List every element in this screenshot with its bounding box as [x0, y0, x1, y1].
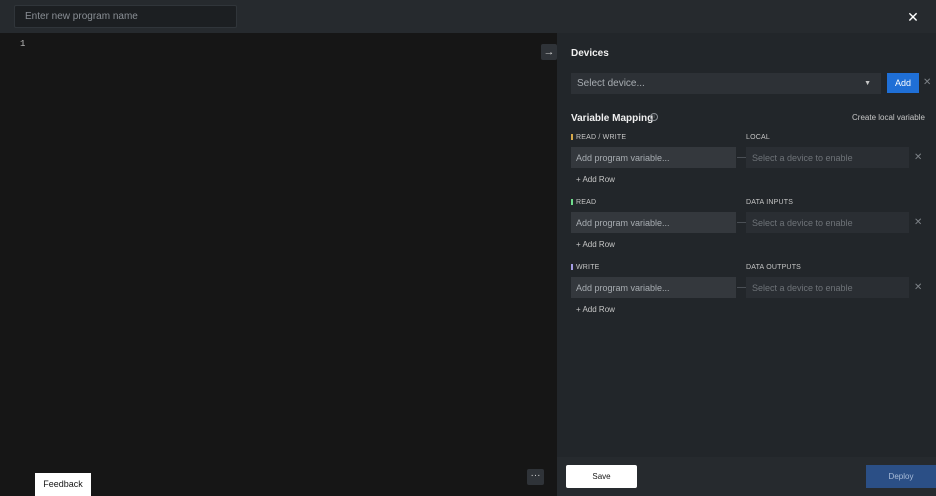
remove-row-icon[interactable]: ✕ [914, 282, 922, 294]
read-marker [571, 199, 573, 205]
code-editor[interactable]: 1 → ··· Feedback [0, 33, 557, 496]
device-select[interactable]: Select device... ▼ [571, 73, 881, 94]
program-variable-input[interactable] [571, 277, 736, 298]
program-variable-input[interactable] [571, 147, 736, 168]
panel-footer: Save Deploy [557, 457, 936, 496]
remove-row-icon[interactable]: ✕ [914, 217, 922, 229]
info-icon[interactable]: i [650, 113, 658, 121]
top-bar: ✕ [0, 0, 936, 33]
write-label: WRITE [571, 264, 600, 271]
read-label: READ [571, 199, 596, 206]
feedback-button[interactable]: Feedback [35, 473, 91, 496]
add-device-button[interactable]: Add [887, 73, 919, 93]
data-outputs-label: DATA OUTPUTS [746, 264, 802, 271]
read-write-marker [571, 134, 573, 140]
devices-title: Devices [571, 48, 609, 59]
save-button[interactable]: Save [566, 465, 637, 488]
device-select-value: Select device... [577, 78, 645, 89]
data-inputs-label: DATA INPUTS [746, 199, 794, 206]
device-variable-input [746, 147, 909, 168]
device-variable-input [746, 277, 909, 298]
program-variable-input[interactable] [571, 212, 736, 233]
read-write-label: READ / WRITE [571, 134, 626, 141]
chevron-down-icon: ▼ [864, 80, 871, 87]
close-icon[interactable]: ✕ [904, 8, 922, 26]
variable-mapping-title: Variable Mapping [571, 113, 654, 124]
write-marker [571, 264, 573, 270]
arrow-right-icon[interactable]: → [541, 44, 557, 60]
clear-device-icon[interactable]: ✕ [923, 77, 931, 89]
remove-row-icon[interactable]: ✕ [914, 152, 922, 164]
config-panel: Devices Select device... ▼ Add ✕ Variabl… [557, 33, 936, 496]
deploy-button[interactable]: Deploy [866, 465, 936, 488]
add-row-button[interactable]: + Add Row [576, 175, 615, 184]
line-number: 1 [20, 39, 26, 49]
device-variable-input [746, 212, 909, 233]
program-name-input[interactable] [14, 5, 237, 28]
add-row-button[interactable]: + Add Row [576, 240, 615, 249]
create-local-variable-link[interactable]: Create local variable [852, 113, 925, 122]
local-label: LOCAL [746, 134, 770, 141]
add-row-button[interactable]: + Add Row [576, 305, 615, 314]
more-options-icon[interactable]: ··· [527, 469, 544, 485]
